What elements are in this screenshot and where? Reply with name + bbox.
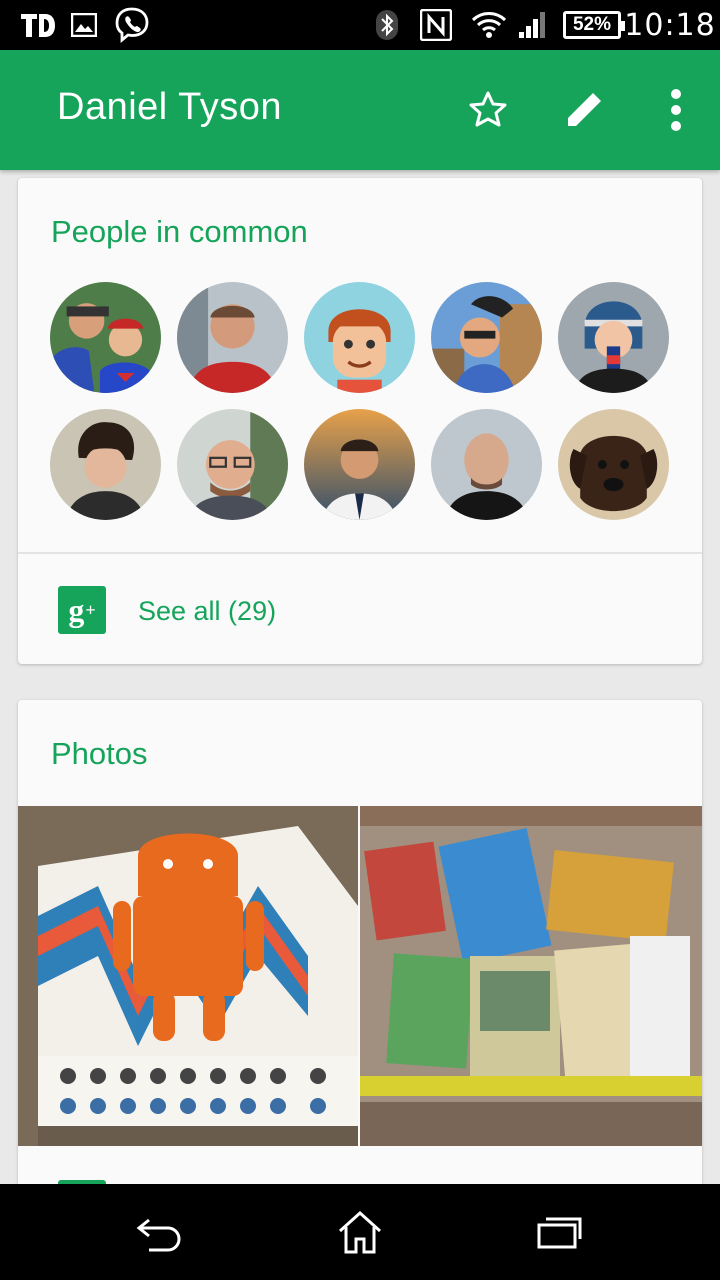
person-avatar[interactable] — [177, 282, 288, 393]
home-icon[interactable] — [330, 1204, 390, 1260]
people-in-common-card: People in common g + See all (29) — [18, 178, 702, 664]
td-app-icon — [18, 0, 56, 50]
back-icon[interactable] — [130, 1204, 190, 1260]
person-avatar[interactable] — [304, 282, 415, 393]
person-avatar[interactable] — [431, 282, 542, 393]
trading-cards-bag-photo[interactable] — [360, 806, 702, 1146]
contact-name-title: Daniel Tyson — [57, 86, 282, 128]
wifi-icon — [470, 0, 508, 50]
star-icon[interactable] — [464, 86, 512, 134]
nfc-icon — [418, 0, 454, 50]
image-icon — [70, 0, 98, 50]
photos-card: Photos — [18, 700, 702, 1200]
cell-signal-icon — [516, 0, 550, 50]
overflow-menu-icon[interactable] — [652, 86, 700, 134]
battery-icon: 52% — [563, 11, 625, 39]
recents-icon[interactable] — [530, 1204, 590, 1260]
person-avatar[interactable] — [558, 409, 669, 520]
see-all-link[interactable]: See all (29) — [138, 596, 276, 627]
battery-indicator: 52% — [560, 0, 625, 50]
battery-percent: 52% — [572, 14, 612, 35]
person-avatar[interactable] — [50, 409, 161, 520]
person-avatar[interactable] — [431, 409, 542, 520]
status-time: 10:18 — [624, 7, 716, 43]
google-plus-icon: g + — [58, 586, 106, 634]
people-card-divider — [18, 552, 702, 554]
person-avatar[interactable] — [304, 409, 415, 520]
system-nav-bar — [0, 1184, 720, 1280]
viber-icon — [112, 0, 152, 50]
person-avatar[interactable] — [558, 282, 669, 393]
android-figure-box-photo[interactable] — [18, 806, 358, 1146]
person-avatar[interactable] — [50, 282, 161, 393]
status-bar: 52% 10:18 — [0, 0, 720, 50]
bluetooth-icon — [374, 0, 400, 50]
app-bar: Daniel Tyson — [0, 50, 720, 170]
edit-pencil-icon[interactable] — [560, 86, 608, 134]
photos-card-title: Photos — [51, 736, 148, 771]
person-avatar[interactable] — [177, 409, 288, 520]
people-card-title: People in common — [51, 214, 308, 249]
